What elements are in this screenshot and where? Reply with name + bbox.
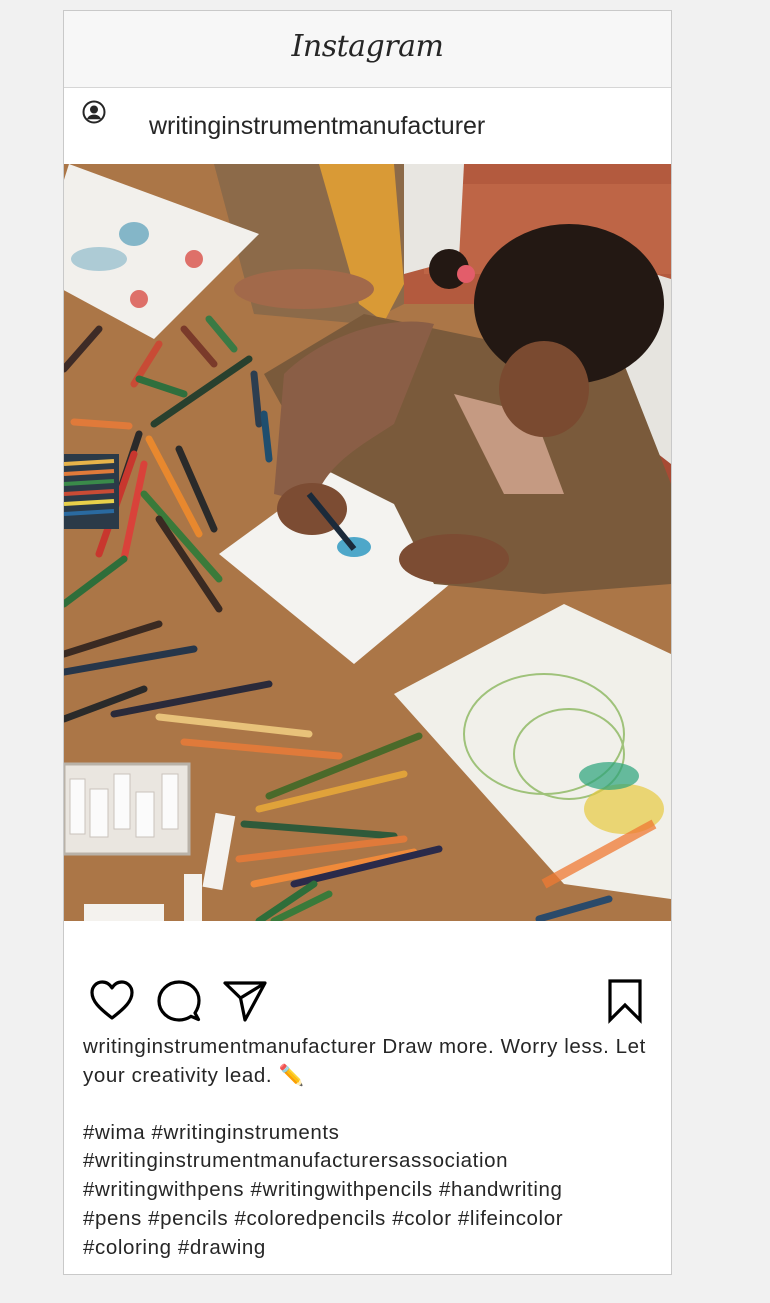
post-image[interactable] [64, 164, 671, 921]
hashtag-line[interactable]: #pens #pencils #coloredpencils #color #l… [83, 1205, 663, 1234]
send-icon[interactable] [222, 978, 268, 1024]
heart-icon[interactable] [89, 978, 135, 1024]
caption-main: writinginstrumentmanufacturer Draw more.… [83, 1033, 663, 1091]
hashtag-line[interactable]: #coloring #drawing [83, 1234, 663, 1263]
caption-username[interactable]: writinginstrumentmanufacturer [83, 1035, 376, 1058]
post-header: writinginstrumentmanufacturer [64, 88, 671, 164]
instagram-post-card: Instagram writinginstrumentmanufacturer [63, 10, 672, 1275]
hashtag-line[interactable]: #writingwithpens #writingwithpencils #ha… [83, 1176, 663, 1205]
comment-icon[interactable] [156, 978, 202, 1024]
app-header: Instagram [64, 11, 671, 88]
bookmark-icon[interactable] [602, 978, 648, 1024]
user-circle-icon[interactable] [82, 100, 106, 124]
post-caption: writinginstrumentmanufacturer Draw more.… [83, 1033, 663, 1263]
action-bar [64, 921, 671, 1031]
post-username[interactable]: writinginstrumentmanufacturer [149, 112, 485, 141]
instagram-logo[interactable]: Instagram [64, 29, 671, 64]
hashtag-line[interactable]: #wima #writinginstruments [83, 1119, 663, 1148]
hashtag-line[interactable]: #writinginstrumentmanufacturersassociati… [83, 1147, 663, 1176]
